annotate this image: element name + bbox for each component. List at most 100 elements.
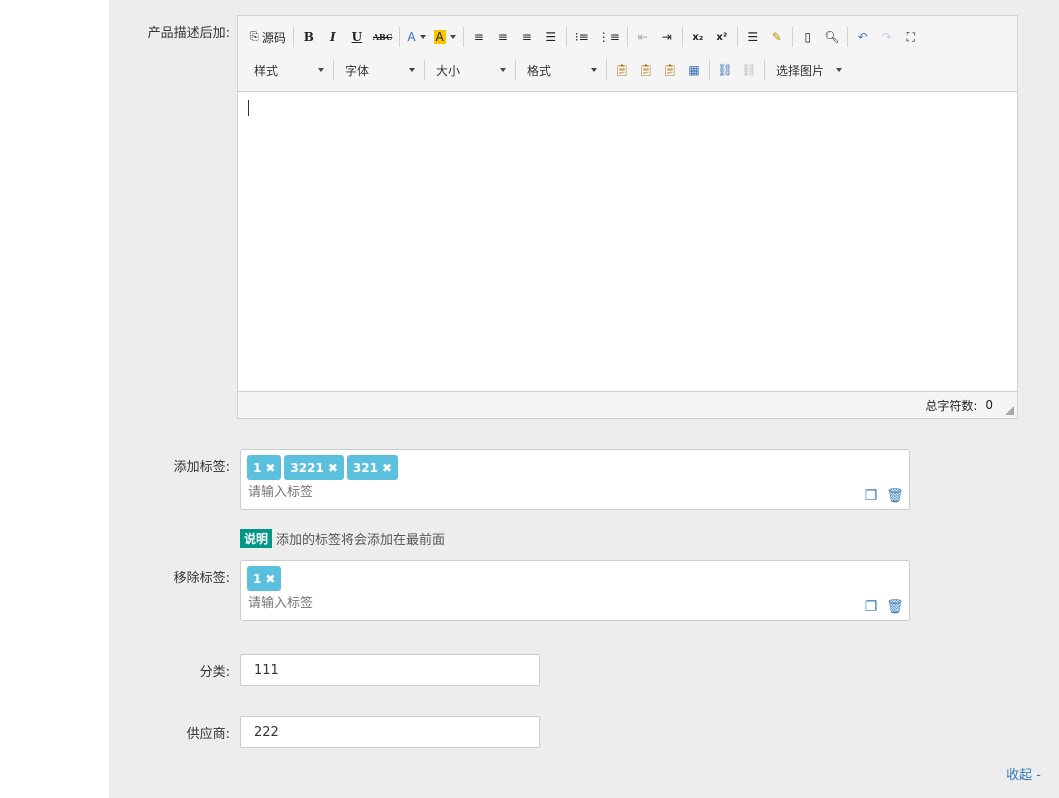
outdent-button[interactable]: ⇤ (631, 25, 655, 49)
maximize-button[interactable]: ⛶ (899, 25, 923, 49)
desc-after-label: 产品描述后加: (147, 26, 230, 41)
paste-word-button[interactable]: 📋︎ (658, 58, 682, 82)
editor-content-area[interactable] (238, 92, 1017, 391)
tag-chip: 1 ✖ (247, 455, 282, 480)
resize-handle-icon[interactable] (1005, 406, 1014, 415)
table-button[interactable]: ▦ (682, 58, 706, 82)
bold-button[interactable]: B (297, 25, 321, 49)
underline-button[interactable]: U (345, 25, 369, 49)
category-input[interactable] (240, 654, 540, 686)
unlink-button[interactable]: ⛓ (737, 58, 761, 82)
align-center-button[interactable]: ≡ (491, 25, 515, 49)
format-dropdown-label: 格式 (527, 63, 552, 78)
unlink-icon: ⛓ (741, 63, 757, 77)
strikethrough-button[interactable]: ABC (369, 25, 396, 49)
paste-icon: 📋︎ (614, 63, 630, 77)
copy-icon[interactable]: ❐ (863, 599, 879, 615)
paste-button[interactable]: 📋︎ (610, 58, 634, 82)
size-dropdown-label: 大小 (436, 63, 461, 78)
chevron-down-icon (318, 68, 324, 72)
redo-button[interactable]: ↷ (875, 25, 899, 49)
font-dropdown[interactable]: 字体 (337, 58, 421, 82)
remove-tag-icon[interactable]: ✖ (382, 461, 392, 475)
note: 说明 添加的标签将会添加在最前面 (240, 529, 445, 548)
chevron-down-icon (409, 68, 415, 72)
remove-format-icon: ✎ (771, 30, 782, 44)
bulleted-list-button[interactable]: ⁝≡ (570, 25, 594, 49)
remove-tag-icon[interactable]: ✖ (265, 572, 275, 586)
text-color-label: A (407, 30, 416, 44)
add-tags-box: 1✖3221✖321✖ ❐ 🗑︎ (240, 449, 910, 510)
tag-chip: 1 ✖ (247, 566, 282, 591)
remove-tags-label: 移除标签: (173, 571, 230, 586)
font-dropdown-label: 字体 (345, 63, 370, 78)
source-button[interactable]: ⎘ 源码 (246, 25, 290, 49)
redo-icon: ↷ (881, 30, 892, 44)
remove-tags-box: 1✖ ❐ 🗑︎ (240, 560, 910, 621)
undo-button[interactable]: ↶ (851, 25, 875, 49)
indent-button[interactable]: ⇥ (655, 25, 679, 49)
remove-tags-list: 1 ✖ (247, 566, 282, 591)
paste-text-button[interactable]: 📋︎ (634, 58, 658, 82)
bg-color-button[interactable]: A (430, 25, 460, 49)
chevron-down-icon (500, 68, 506, 72)
remove-tag-icon[interactable]: ✖ (328, 461, 338, 475)
new-page-button[interactable]: ▯ (796, 25, 820, 49)
remove-tags-input[interactable] (248, 596, 548, 611)
collapse-link[interactable]: 收起 - (1006, 764, 1041, 783)
tag-label: 3221 (290, 460, 324, 475)
horizontal-rule-icon: ☰ (747, 30, 759, 44)
justify-button[interactable]: ☰ (539, 25, 563, 49)
maximize-icon: ⛶ (906, 29, 916, 44)
italic-button[interactable]: I (321, 25, 345, 49)
remove-tag-icon[interactable]: ✖ (265, 461, 275, 475)
tag-label: 321 (352, 460, 378, 475)
horizontal-rule-button[interactable]: ☰ (741, 25, 765, 49)
copy-icon[interactable]: ❐ (863, 488, 879, 504)
indent-icon: ⇥ (661, 30, 672, 44)
style-dropdown[interactable]: 样式 (246, 58, 330, 82)
format-dropdown[interactable]: 格式 (519, 58, 603, 82)
justify-icon: ☰ (545, 30, 557, 44)
supplier-input[interactable] (240, 716, 540, 748)
text-cursor (248, 100, 249, 116)
editor-statusbar: 总字符数: 0 (238, 391, 1017, 418)
numbered-list-button[interactable]: ⋮≡ (594, 25, 624, 49)
superscript-button[interactable]: x² (710, 25, 734, 49)
link-button[interactable]: ⛓ (713, 58, 737, 82)
remove-format-button[interactable]: ✎ (765, 25, 789, 49)
tag-label: 1 (253, 571, 262, 586)
select-image-dropdown[interactable]: 选择图片 (768, 58, 848, 82)
align-right-button[interactable]: ≡ (515, 25, 539, 49)
editor-toolbar: ⎘ 源码 B I U ABC A A ≡ ≡ ≡ ☰ ⁝≡ ⋮≡ ⇤ ⇥ x₂ … (238, 16, 1017, 92)
add-tags-label: 添加标签: (173, 460, 230, 475)
category-label: 分类: (199, 665, 230, 680)
link-icon: ⛓ (717, 63, 733, 77)
chevron-down-icon (449, 35, 456, 39)
supplier-label: 供应商: (186, 727, 230, 742)
trash-icon[interactable]: 🗑︎ (886, 599, 904, 615)
tag-label: 1 (253, 460, 262, 475)
select-image-label: 选择图片 (776, 63, 825, 78)
size-dropdown[interactable]: 大小 (428, 58, 512, 82)
tag-chip: 321 ✖ (346, 455, 399, 480)
subscript-button[interactable]: x₂ (686, 25, 710, 49)
chevron-down-icon (591, 68, 597, 72)
preview-button[interactable]: 🔍︎ (820, 25, 844, 49)
tag-chip: 3221 ✖ (284, 455, 344, 480)
source-icon: ⎘ (250, 30, 259, 43)
trash-icon[interactable]: 🗑︎ (886, 488, 904, 504)
align-left-icon: ≡ (473, 30, 484, 44)
paste-word-icon: 📋︎ (662, 63, 678, 77)
text-color-button[interactable]: A (403, 25, 429, 49)
table-icon: ▦ (688, 63, 700, 77)
bulleted-list-icon: ⁝≡ (574, 30, 589, 44)
align-left-button[interactable]: ≡ (467, 25, 491, 49)
note-text: 添加的标签将会添加在最前面 (276, 533, 446, 548)
preview-icon: 🔍︎ (824, 30, 840, 44)
word-count-label: 总字符数: (925, 398, 978, 413)
paste-text-icon: 📋︎ (638, 63, 654, 77)
word-count-value: 0 (985, 398, 993, 412)
rich-text-editor: ⎘ 源码 B I U ABC A A ≡ ≡ ≡ ☰ ⁝≡ ⋮≡ ⇤ ⇥ x₂ … (237, 15, 1018, 419)
add-tags-input[interactable] (248, 485, 548, 500)
